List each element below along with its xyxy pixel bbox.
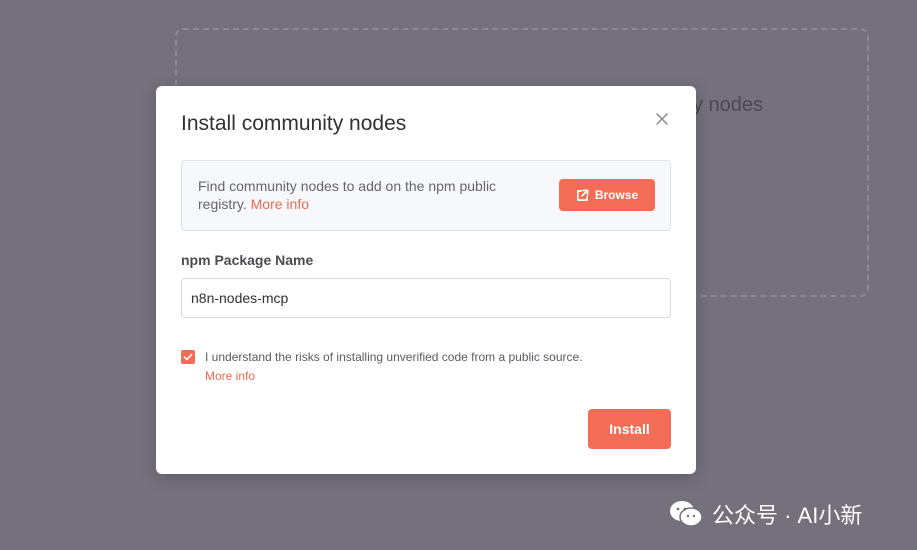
wechat-icon — [670, 501, 703, 527]
empty-state-text: y nodes — [693, 94, 764, 116]
package-name-input[interactable] — [181, 278, 671, 318]
watermark-text: 公众号 · AI小新 — [712, 503, 863, 528]
info-text: Find community nodes to add on the npm p… — [198, 177, 548, 213]
info-description: Find community nodes to add on the npm p… — [198, 178, 497, 212]
package-name-label: npm Package Name — [181, 252, 314, 268]
browse-button[interactable]: Browse — [559, 179, 655, 211]
risk-text: I understand the risks of installing unv… — [205, 350, 583, 364]
install-community-nodes-dialog: Install community nodes Find community n… — [156, 86, 696, 474]
info-more-info-link[interactable]: More info — [251, 196, 309, 212]
npm-info-box: Find community nodes to add on the npm p… — [181, 160, 671, 231]
risk-checkbox[interactable] — [181, 350, 195, 364]
close-button[interactable] — [653, 110, 671, 128]
close-icon — [656, 113, 668, 125]
risk-checkbox-label: I understand the risks of installing unv… — [205, 348, 583, 386]
install-button[interactable]: Install — [588, 409, 671, 449]
browse-label: Browse — [594, 188, 639, 202]
watermark: 公众号 · AI小新 — [668, 498, 862, 530]
dialog-title: Install community nodes — [181, 112, 407, 135]
external-link-icon — [576, 189, 589, 201]
risk-more-info-link[interactable]: More info — [205, 367, 583, 386]
checkmark-icon — [183, 353, 193, 361]
